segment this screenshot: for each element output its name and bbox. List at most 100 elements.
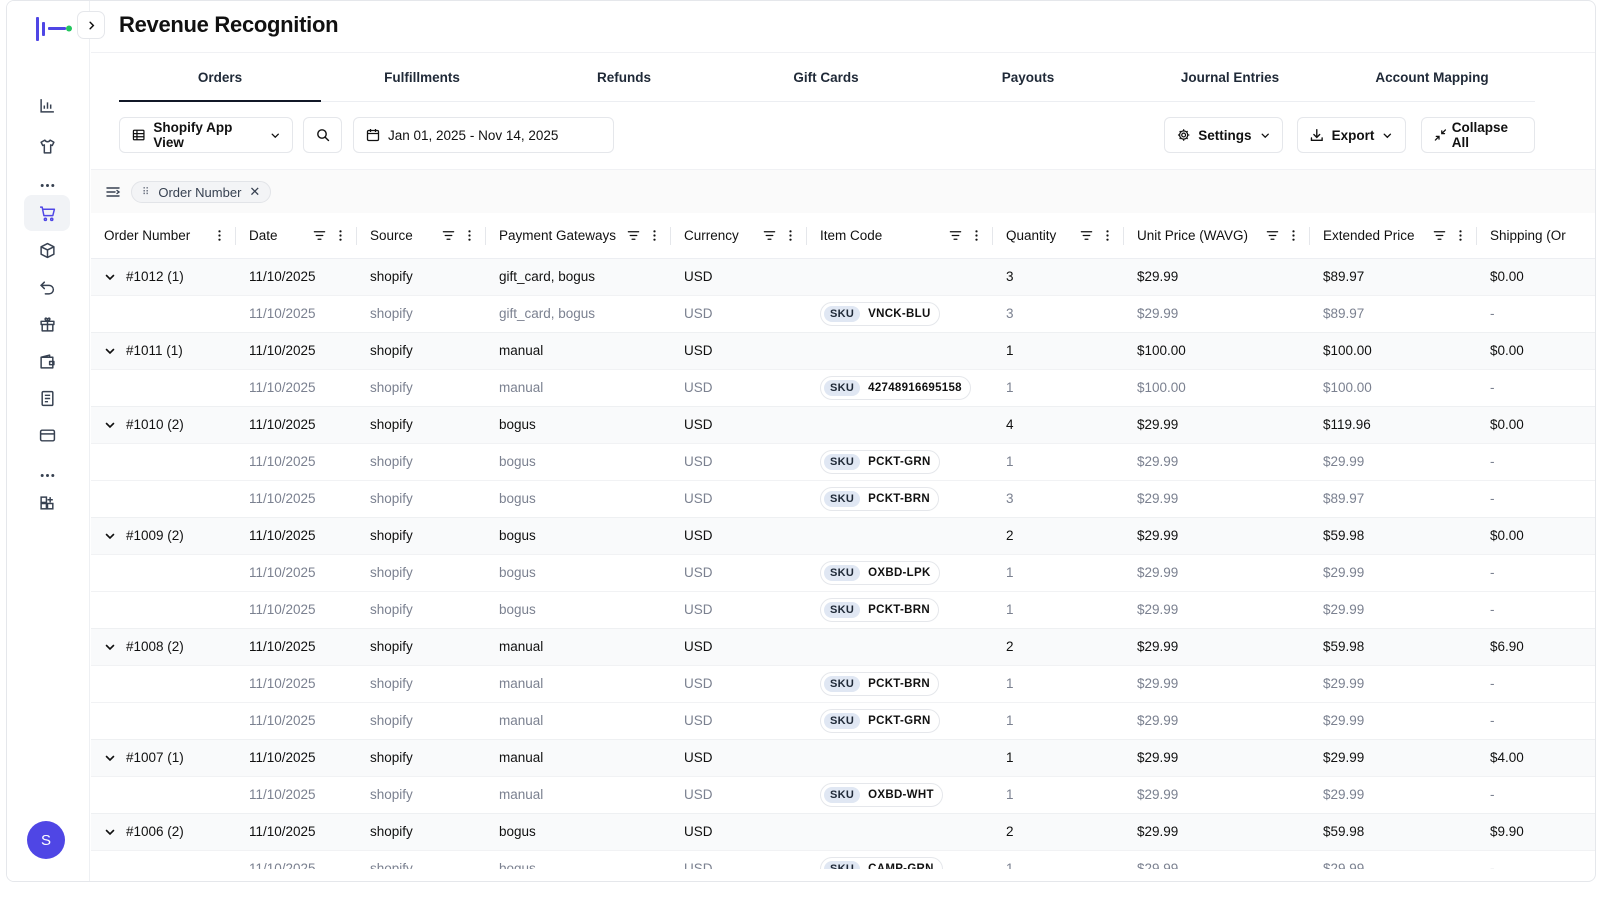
tab-journal-entries[interactable]: Journal Entries	[1129, 57, 1331, 101]
app-logo[interactable]	[35, 15, 73, 43]
filter-icon[interactable]	[763, 229, 776, 242]
column-header-shipping-or[interactable]: Shipping (Or	[1477, 213, 1595, 259]
expand-row-chevron-icon[interactable]	[104, 345, 116, 357]
view-selector-button[interactable]: Shopify App View	[119, 117, 293, 153]
remove-chip-icon[interactable]: ✕	[249, 184, 260, 200]
order-group-row[interactable]: #1009 (2) 11/10/2025 shopify bogus USD 2 $29.9…	[91, 516, 1595, 554]
sku-badge: SKU PCKT-GRN	[820, 449, 940, 474]
sidebar-item-refunds[interactable]	[24, 269, 70, 305]
sidebar-expand-button[interactable]	[77, 11, 105, 39]
filter-icon[interactable]	[442, 229, 455, 242]
column-menu-icon[interactable]	[1454, 229, 1467, 242]
column-menu-icon[interactable]	[1287, 229, 1300, 242]
order-line-row[interactable]: 11/10/2025 shopify bogus USD SKU CAMP-GRN 1 $29…	[91, 849, 1595, 869]
order-group-row[interactable]: #1011 (1) 11/10/2025 shopify manual USD 1 $100…	[91, 331, 1595, 369]
shipping-cell: $4.00	[1477, 738, 1595, 776]
filter-icon[interactable]	[1433, 229, 1446, 242]
column-header-payment-gateways[interactable]: Payment Gateways	[486, 213, 671, 259]
expand-row-chevron-icon[interactable]	[104, 271, 116, 283]
export-button[interactable]: Export	[1297, 117, 1406, 153]
group-by-chip[interactable]: ⠿ Order Number ✕	[131, 181, 272, 203]
column-header-item-code[interactable]: Item Code	[807, 213, 993, 259]
filter-icon[interactable]	[313, 229, 326, 242]
order-line-row[interactable]: 11/10/2025 shopify bogus USD SKU OXBD-LPK 1 $29…	[91, 553, 1595, 591]
sidebar-item-orders[interactable]	[24, 195, 70, 231]
orders-table-container[interactable]: Order Number Date Source Payment Gateways Cu…	[91, 213, 1595, 869]
settings-button[interactable]: Settings	[1164, 117, 1283, 153]
sidebar-item-fulfillments[interactable]	[24, 232, 70, 268]
column-header-date[interactable]: Date	[236, 213, 357, 259]
group-rows-icon[interactable]	[105, 184, 121, 200]
order-line-row[interactable]: 11/10/2025 shopify bogus USD SKU PCKT-BRN 1 $29…	[91, 590, 1595, 628]
source-cell: shopify	[357, 590, 486, 628]
order-line-row[interactable]: 11/10/2025 shopify manual USD SKU OXBD-WHT 1 $2…	[91, 775, 1595, 813]
order-line-row[interactable]: 11/10/2025 shopify manual USD SKU PCKT-GRN 1 $2…	[91, 701, 1595, 739]
order-line-row[interactable]: 11/10/2025 shopify gift_card, bogus USD SKU V…	[91, 294, 1595, 332]
filter-icon[interactable]	[627, 229, 640, 242]
column-header-currency[interactable]: Currency	[671, 213, 807, 259]
payment-gateway-cell: bogus	[486, 516, 671, 554]
column-menu-icon[interactable]	[970, 229, 983, 242]
sidebar-item-gift-cards[interactable]	[24, 306, 70, 342]
quantity-cell: 2	[993, 812, 1124, 850]
currency-cell: USD	[671, 664, 807, 702]
column-menu-icon[interactable]	[463, 229, 476, 242]
column-menu-icon[interactable]	[784, 229, 797, 242]
order-line-row[interactable]: 11/10/2025 shopify manual USD SKU 42748916695…	[91, 368, 1595, 406]
column-menu-icon[interactable]	[1101, 229, 1114, 242]
currency-cell: USD	[671, 368, 807, 406]
order-group-row[interactable]: #1007 (1) 11/10/2025 shopify manual USD 1 $29.…	[91, 738, 1595, 776]
sidebar-item-payouts[interactable]	[24, 343, 70, 379]
order-line-row[interactable]: 11/10/2025 shopify manual USD SKU PCKT-BRN 1 $2…	[91, 664, 1595, 702]
order-group-row[interactable]: #1008 (2) 11/10/2025 shopify manual USD 2 $29.…	[91, 627, 1595, 665]
column-header-label: Payment Gateways	[499, 227, 617, 243]
order-group-row[interactable]: #1012 (1) 11/10/2025 shopify gift_card, bog…	[91, 257, 1595, 295]
search-button[interactable]	[303, 117, 342, 153]
filter-icon[interactable]	[949, 229, 962, 242]
unit-price-cell: $29.99	[1124, 738, 1310, 776]
column-header-order-number[interactable]: Order Number	[91, 213, 236, 259]
tab-payouts[interactable]: Payouts	[927, 57, 1129, 101]
column-header-quantity[interactable]: Quantity	[993, 213, 1124, 259]
tab-gift-cards[interactable]: Gift Cards	[725, 57, 927, 101]
date-cell: 11/10/2025	[236, 849, 357, 869]
quantity-cell: 3	[993, 479, 1124, 517]
drag-handle-icon[interactable]: ⠿	[142, 187, 150, 198]
sidebar-item-products[interactable]	[24, 128, 70, 164]
sidebar-item-journal[interactable]	[24, 380, 70, 416]
order-group-row[interactable]: #1010 (2) 11/10/2025 shopify bogus USD 4 $29.9…	[91, 405, 1595, 443]
collapse-all-button[interactable]: Collapse All	[1421, 117, 1535, 153]
tab-account-mapping[interactable]: Account Mapping	[1331, 57, 1533, 101]
column-menu-icon[interactable]	[334, 229, 347, 242]
source-cell: shopify	[357, 442, 486, 480]
payment-gateway-cell: manual	[486, 775, 671, 813]
filter-icon[interactable]	[1080, 229, 1093, 242]
order-group-row[interactable]: #1006 (2) 11/10/2025 shopify bogus USD 2 $29.9…	[91, 812, 1595, 850]
order-line-row[interactable]: 11/10/2025 shopify bogus USD SKU PCKT-GRN 1 $29…	[91, 442, 1595, 480]
order-line-row[interactable]: 11/10/2025 shopify bogus USD SKU PCKT-BRN 3 $29…	[91, 479, 1595, 517]
column-header-unit-price-wavg[interactable]: Unit Price (WAVG)	[1124, 213, 1310, 259]
sidebar-item-accounts[interactable]	[24, 417, 70, 453]
column-header-source[interactable]: Source	[357, 213, 486, 259]
currency-cell: USD	[671, 627, 807, 665]
sidebar-item-integrations[interactable]	[24, 485, 70, 521]
tab-fulfillments[interactable]: Fulfillments	[321, 57, 523, 101]
user-avatar[interactable]: S	[27, 821, 65, 859]
expand-row-chevron-icon[interactable]	[104, 530, 116, 542]
sidebar-item-analytics[interactable]	[24, 87, 70, 123]
expand-row-chevron-icon[interactable]	[104, 419, 116, 431]
sku-code: OXBD-WHT	[868, 788, 934, 801]
date-cell: 11/10/2025	[236, 405, 357, 443]
tab-orders[interactable]: Orders	[119, 57, 321, 102]
quantity-cell: 1	[993, 849, 1124, 869]
date-range-picker[interactable]: Jan 01, 2025 - Nov 14, 2025	[353, 117, 614, 153]
filter-icon[interactable]	[1266, 229, 1279, 242]
column-menu-icon[interactable]	[213, 229, 226, 242]
column-header-extended-price[interactable]: Extended Price	[1310, 213, 1477, 259]
expand-row-chevron-icon[interactable]	[104, 752, 116, 764]
tab-refunds[interactable]: Refunds	[523, 57, 725, 101]
expand-row-chevron-icon[interactable]	[104, 641, 116, 653]
sku-tag: SKU	[824, 675, 861, 692]
expand-row-chevron-icon[interactable]	[104, 826, 116, 838]
column-menu-icon[interactable]	[648, 229, 661, 242]
